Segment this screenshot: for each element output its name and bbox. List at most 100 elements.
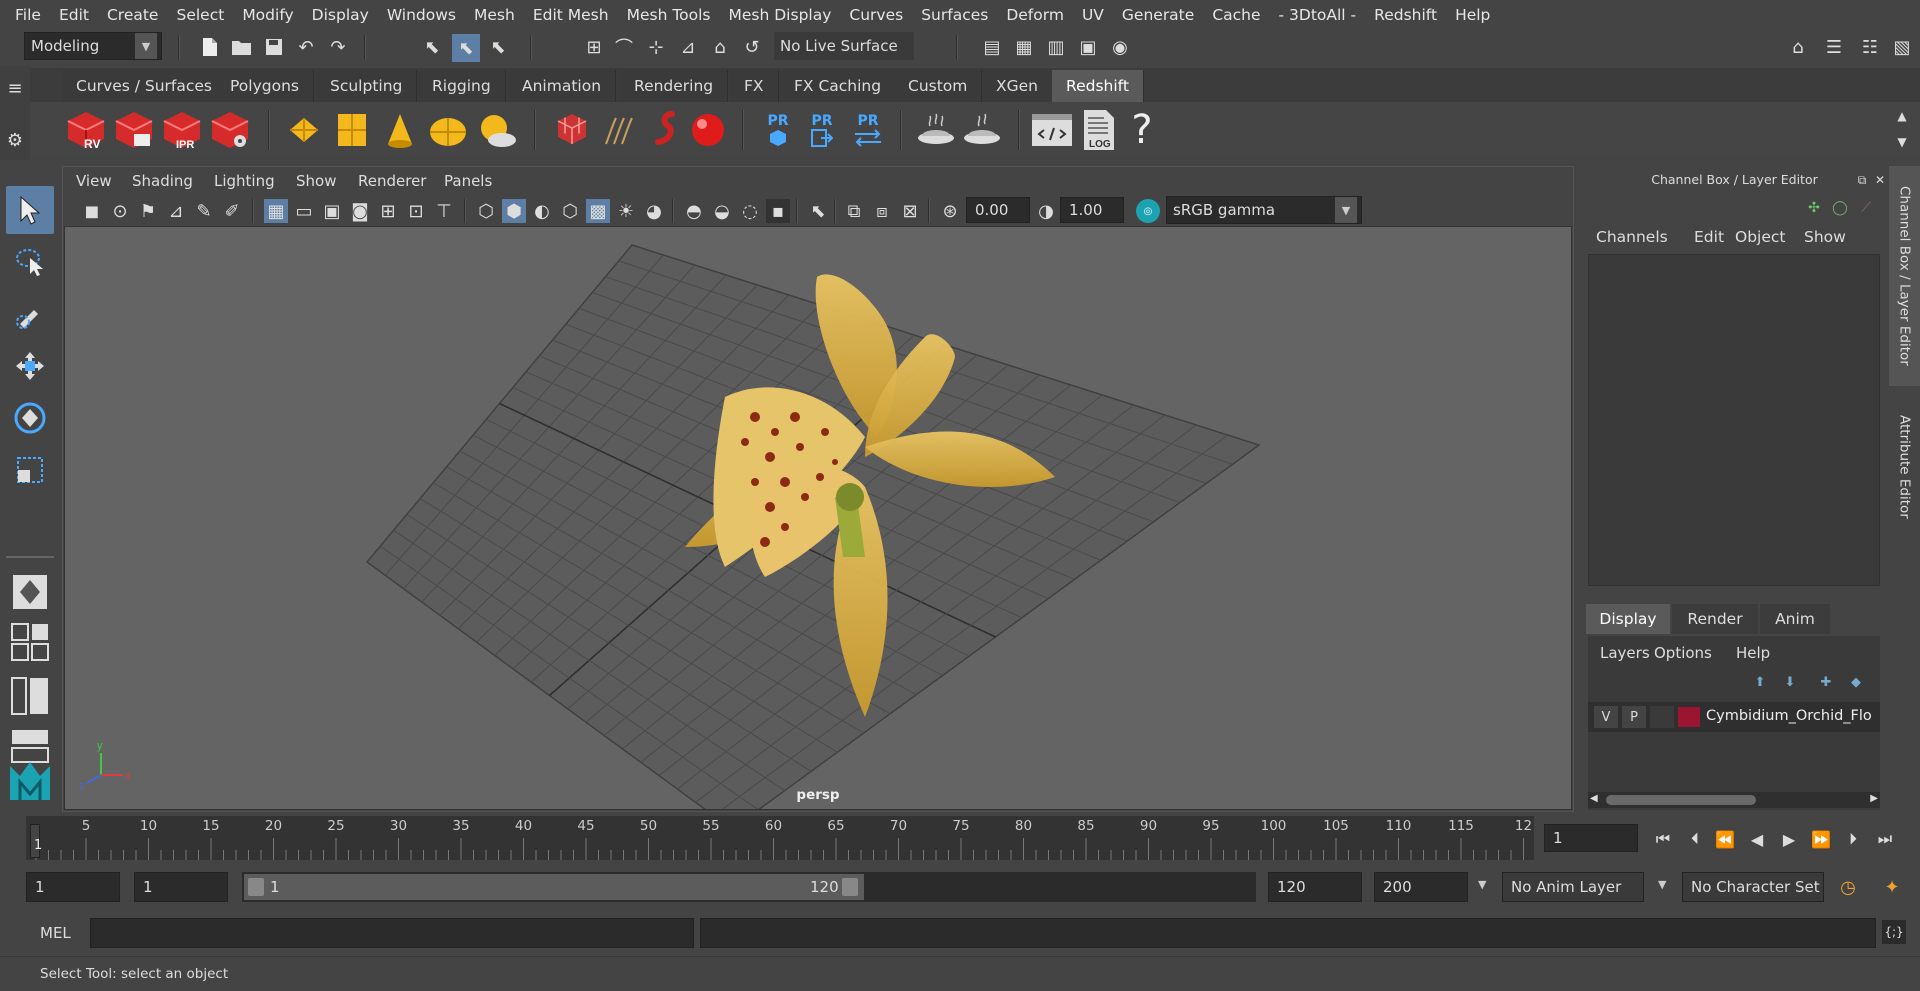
menu-windows[interactable]: Windows <box>378 6 465 24</box>
viewport-menu-renderer[interactable]: Renderer <box>358 172 426 190</box>
frame-selected-icon[interactable]: ⧈ <box>870 199 894 223</box>
safe-action-icon[interactable]: ⊡ <box>404 199 428 223</box>
use-default-material-icon[interactable]: ◐ <box>530 199 554 223</box>
select-hierarchy-icon[interactable]: ⬉ <box>420 35 444 59</box>
four-view-layout-icon[interactable] <box>6 622 54 662</box>
film-gate-icon[interactable]: ▭ <box>292 199 316 223</box>
textured-icon[interactable]: ▩ <box>586 199 610 223</box>
menu-modify[interactable]: Modify <box>233 6 302 24</box>
redshift-pr-export-icon[interactable]: PR <box>800 108 844 152</box>
snap-curve-icon[interactable]: ⌒ <box>612 35 636 59</box>
exposure-icon[interactable]: ⊛ <box>938 199 962 223</box>
redshift-sun-sky-icon[interactable] <box>474 108 518 152</box>
menu-generate[interactable]: Generate <box>1113 6 1203 24</box>
field-chart-icon[interactable]: ⊞ <box>376 199 400 223</box>
move-layer-down-icon[interactable]: ⬇ <box>1778 670 1802 694</box>
layer-menu-options[interactable]: Options <box>1654 644 1712 662</box>
shelf-tab-custom[interactable]: Custom <box>894 70 983 102</box>
chevron-down-icon[interactable]: ▼ <box>1658 878 1666 891</box>
live-surface-icon[interactable]: ↺ <box>740 35 764 59</box>
menu-3dtoall[interactable]: - 3DtoAll - <box>1270 6 1366 24</box>
shelf-tab-fx-caching[interactable]: FX Caching <box>780 70 897 102</box>
playback-start-field[interactable]: 1 <box>134 872 228 902</box>
layer-tab-render[interactable]: Render <box>1672 604 1758 634</box>
tab-channel-box-layer-editor[interactable]: Channel Box / Layer Editor <box>1889 166 1920 386</box>
gpu-override-icon[interactable]: ⊠ <box>898 199 922 223</box>
layer-menu-layers[interactable]: Layers <box>1600 644 1650 662</box>
redshift-render-sequence-icon[interactable] <box>112 108 156 152</box>
channel-list[interactable] <box>1588 254 1880 586</box>
exposure-field[interactable]: 0.00 <box>966 197 1030 223</box>
camera-select-icon[interactable]: ◼ <box>80 199 104 223</box>
resolution-gate-icon[interactable]: ▣ <box>320 199 344 223</box>
shelf-scroll-up-icon[interactable]: ▲ <box>1890 104 1914 128</box>
menu-edit-mesh[interactable]: Edit Mesh <box>524 6 618 24</box>
render-view-icon[interactable]: ▣ <box>1076 35 1100 59</box>
chevron-down-icon[interactable]: ▼ <box>1478 878 1486 891</box>
shelf-scroll-down-icon[interactable]: ▼ <box>1890 130 1914 154</box>
script-editor-icon[interactable]: {;} <box>1882 920 1906 944</box>
grease-pencil-icon[interactable]: ✎ <box>192 199 216 223</box>
menu-redshift[interactable]: Redshift <box>1365 6 1446 24</box>
shelf-tab-fx[interactable]: FX <box>730 70 779 102</box>
redshift-proxy-icon[interactable] <box>550 108 594 152</box>
script-language-toggle[interactable]: MEL <box>40 924 71 942</box>
scroll-left-icon[interactable]: ◀ <box>1590 793 1598 804</box>
step-back-frame-icon[interactable]: ⏴ <box>1684 828 1706 850</box>
menu-uv[interactable]: UV <box>1073 6 1113 24</box>
layer-hscrollbar[interactable]: ◀ ▶ <box>1588 792 1880 808</box>
anim-layer-dropdown[interactable]: No Anim Layer <box>1502 872 1644 902</box>
shelf-tab-xgen[interactable]: XGen <box>982 70 1053 102</box>
cbox-menu-channels[interactable]: Channels <box>1596 228 1668 246</box>
redshift-hair-icon[interactable] <box>596 108 640 152</box>
color-management-toggle-icon[interactable]: ◎ <box>1136 199 1160 223</box>
shadows-icon[interactable]: ◕ <box>642 199 666 223</box>
safe-title-icon[interactable]: ⊤ <box>432 199 456 223</box>
shelf-tab-polygons[interactable]: Polygons <box>216 70 314 102</box>
attribute-editor-toggle-icon[interactable]: ☷ <box>1858 35 1882 59</box>
layer-tab-display[interactable]: Display <box>1586 604 1670 634</box>
channel-box-toggle-icon[interactable]: ▧ <box>1890 35 1914 59</box>
menu-file[interactable]: File <box>6 6 50 24</box>
live-surface-field[interactable]: No Live Surface <box>774 32 914 60</box>
menu-mesh[interactable]: Mesh <box>465 6 524 24</box>
scroll-right-icon[interactable]: ▶ <box>1870 793 1878 804</box>
range-start-handle[interactable] <box>248 878 264 896</box>
cbox-menu-edit[interactable]: Edit <box>1694 228 1724 246</box>
menu-mesh-display[interactable]: Mesh Display <box>720 6 841 24</box>
playback-end-field[interactable]: 120 <box>1268 872 1362 902</box>
layer-tab-anim[interactable]: Anim <box>1760 604 1830 634</box>
redshift-portal-light-icon[interactable] <box>330 108 374 152</box>
undo-icon[interactable]: ↶ <box>294 35 318 59</box>
smooth-shade-icon[interactable]: ⬢ <box>502 199 526 223</box>
range-slider[interactable]: 1 120 <box>242 872 1256 902</box>
redshift-bake-icon[interactable] <box>914 108 958 152</box>
use-all-lights-icon[interactable]: ☀ <box>614 199 638 223</box>
redshift-pr-swap-icon[interactable]: PR <box>846 108 890 152</box>
scroll-thumb[interactable] <box>1606 795 1756 805</box>
open-scene-icon[interactable] <box>230 35 254 59</box>
cbox-menu-show[interactable]: Show <box>1804 228 1846 246</box>
camera-attributes-icon[interactable]: ⊙ <box>108 199 132 223</box>
2d-pan-zoom-icon[interactable]: ✐ <box>220 199 244 223</box>
redshift-bake-set-icon[interactable] <box>960 108 1004 152</box>
animation-start-field[interactable]: 1 <box>26 872 120 902</box>
step-back-key-icon[interactable]: ⏪ <box>1714 828 1736 850</box>
wireframe-on-shaded-icon[interactable]: ⬡ <box>558 199 582 223</box>
command-input[interactable] <box>90 918 694 948</box>
layer-visibility-toggle[interactable]: V <box>1594 706 1618 728</box>
redo-icon[interactable]: ↷ <box>326 35 350 59</box>
layer-row[interactable]: V P Cymbidium_Orchid_Flo <box>1588 702 1880 732</box>
render-frame-icon[interactable]: ▦ <box>1012 35 1036 59</box>
redshift-help-icon[interactable]: ? <box>1120 107 1164 153</box>
render-settings-icon[interactable]: ▤ <box>980 35 1004 59</box>
menu-create[interactable]: Create <box>98 6 168 24</box>
step-forward-key-icon[interactable]: ⏩ <box>1810 828 1832 850</box>
save-scene-icon[interactable] <box>262 35 286 59</box>
frame-all-icon[interactable]: ⧉ <box>842 199 866 223</box>
redshift-render-view-icon[interactable]: RV <box>64 108 108 152</box>
workspace-layout-icon[interactable]: ⌂ <box>1786 35 1810 59</box>
xray-joints-icon[interactable]: ◌ <box>738 199 762 223</box>
shelf-tab-curves-surfaces[interactable]: Curves / Surfaces <box>62 70 228 102</box>
ipr-render-icon[interactable]: ▥ <box>1044 35 1068 59</box>
